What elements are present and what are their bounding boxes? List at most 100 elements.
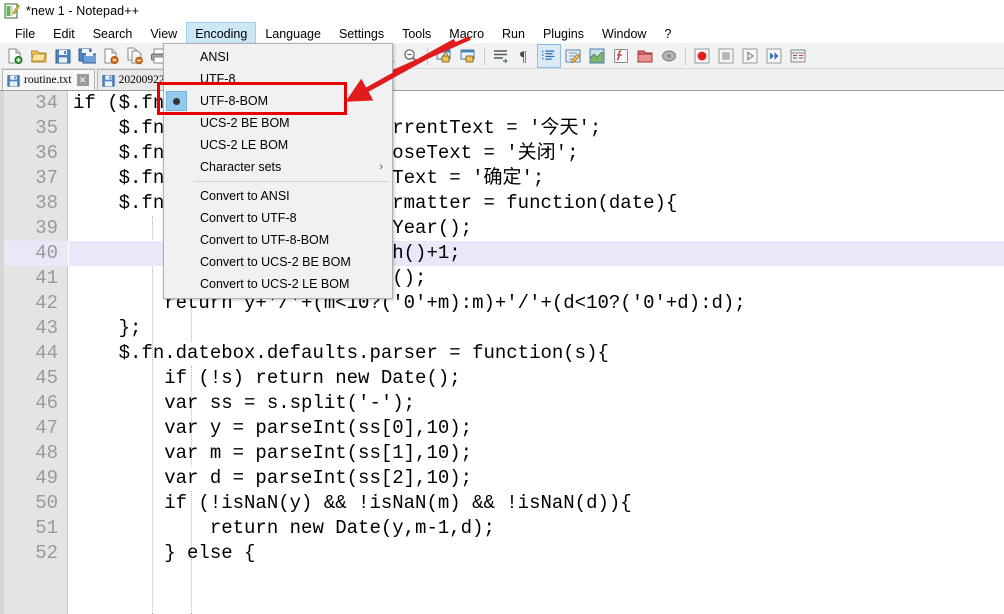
menu-item-utf-8-bom[interactable]: UTF-8-BOM: [164, 90, 392, 112]
menu-item-label: UTF-8: [200, 72, 236, 86]
line-number: 35: [35, 117, 58, 139]
save-all-icon[interactable]: [75, 44, 99, 68]
menu-item-label: ANSI: [200, 50, 230, 64]
menu-tools[interactable]: Tools: [393, 22, 440, 43]
line-number: 50: [35, 492, 58, 514]
line-number: 39: [35, 217, 58, 239]
line-number: 40: [35, 242, 58, 264]
tab-20200922[interactable]: 20200922: [96, 69, 171, 90]
code-line[interactable]: var d = parseInt(ss[2],10);: [73, 466, 472, 491]
code-line[interactable]: if (!isNaN(y) && !isNaN(m) && !isNaN(d))…: [73, 491, 632, 516]
run-macro-multiple-times-icon[interactable]: [762, 44, 786, 68]
toolbar-separator: [685, 46, 686, 65]
document-tab-bar: routine.txt ✕ 20200922: [0, 69, 1004, 91]
line-number: 47: [35, 417, 58, 439]
menu-item-utf-8[interactable]: UTF-8: [164, 68, 392, 90]
indent-guideline-icon[interactable]: [537, 43, 561, 68]
line-number: 51: [35, 517, 58, 539]
menu-item-character-sets[interactable]: Character sets ›: [164, 156, 392, 178]
line-number: 43: [35, 317, 58, 339]
line-number: 41: [35, 267, 58, 289]
menu-view[interactable]: View: [141, 22, 186, 43]
line-number: 49: [35, 467, 58, 489]
code-line[interactable]: var m = parseInt(ss[1],10);: [73, 441, 472, 466]
menu-macro[interactable]: Macro: [440, 22, 493, 43]
code-line[interactable]: } else {: [73, 541, 255, 566]
code-line[interactable]: var ss = s.split('-');: [73, 391, 415, 416]
code-editor[interactable]: 34 35 36 37 38 39 40 41 42 43 44 45 46 47 48 49 50 51 52 i…: [0, 91, 1004, 614]
menu-item-convert-to-ansi[interactable]: Convert to ANSI: [164, 185, 392, 207]
run-icon[interactable]: [786, 44, 810, 68]
line-number: 44: [35, 342, 58, 364]
line-number: 38: [35, 192, 58, 214]
sync-vertical-scroll-icon[interactable]: [432, 44, 456, 68]
line-number: 34: [35, 92, 58, 114]
code-line[interactable]: };: [73, 316, 142, 341]
menu-item-label: Convert to ANSI: [200, 189, 290, 203]
toolbar: ¶: [0, 43, 1004, 69]
zoom-out-icon[interactable]: [399, 44, 423, 68]
menu-item-label: UTF-8-BOM: [200, 94, 269, 108]
function-list-icon[interactable]: [609, 44, 633, 68]
save-icon[interactable]: [51, 44, 75, 68]
menu-item-convert-to-ucs-2-le-bom[interactable]: Convert to UCS-2 LE BOM: [164, 273, 392, 295]
menu-item-ucs-2-le-bom[interactable]: UCS-2 LE BOM: [164, 134, 392, 156]
svg-text:¶: ¶: [520, 49, 527, 65]
document-map-icon[interactable]: [585, 44, 609, 68]
tab-routine-txt[interactable]: routine.txt ✕: [2, 69, 95, 90]
open-file-icon[interactable]: [27, 44, 51, 68]
menu-search[interactable]: Search: [84, 22, 142, 43]
line-number-gutter: 34 35 36 37 38 39 40 41 42 43 44 45 46 47 48 49 50 51 52: [0, 91, 68, 614]
menu-item-label: Convert to UTF-8-BOM: [200, 233, 330, 247]
show-all-characters-icon[interactable]: ¶: [513, 44, 537, 68]
menu-plugins[interactable]: Plugins: [534, 22, 593, 43]
new-file-icon[interactable]: [3, 44, 27, 68]
folder-as-workspace-icon[interactable]: [633, 44, 657, 68]
encoding-dropdown-menu[interactable]: ANSI UTF-8 UTF-8-BOM UCS-2 BE BOM UCS-2 LE B…: [163, 43, 393, 299]
toolbar-separator: [484, 46, 485, 65]
menu-run[interactable]: Run: [493, 22, 534, 43]
close-file-icon[interactable]: [99, 44, 123, 68]
menu-item-label: Character sets: [200, 160, 282, 174]
word-wrap-icon[interactable]: [489, 44, 513, 68]
code-line[interactable]: if (!s) return new Date();: [73, 366, 460, 391]
code-line[interactable]: $.fn.datebox.defaults.parser = function(…: [73, 341, 609, 366]
menu-item-convert-to-ucs-2-be-bom[interactable]: Convert to UCS-2 BE BOM: [164, 251, 392, 273]
line-number: 52: [35, 542, 58, 564]
menu-file[interactable]: File: [6, 22, 44, 43]
code-line[interactable]: var y = parseInt(ss[0],10);: [73, 416, 472, 441]
user-defined-language-icon[interactable]: [561, 44, 585, 68]
menu-bar: File Edit Search View Encoding Language …: [0, 22, 1004, 43]
menu-item-label: Convert to UTF-8: [200, 211, 297, 225]
chevron-right-icon: ›: [379, 161, 383, 173]
menu-item-ucs-2-be-bom[interactable]: UCS-2 BE BOM: [164, 112, 392, 134]
tab-label: routine.txt: [24, 74, 72, 86]
menu-window[interactable]: Window: [593, 22, 655, 43]
menu-encoding[interactable]: Encoding: [186, 22, 257, 43]
close-all-files-icon[interactable]: [123, 44, 147, 68]
menu-item-convert-to-utf-8-bom[interactable]: Convert to UTF-8-BOM: [164, 229, 392, 251]
line-number: 37: [35, 167, 58, 189]
start-record-macro-icon[interactable]: [690, 44, 714, 68]
playback-macro-icon[interactable]: [738, 44, 762, 68]
menu-language[interactable]: Language: [256, 22, 330, 43]
line-number: 46: [35, 392, 58, 414]
line-number: 42: [35, 292, 58, 314]
menu-item-convert-to-utf-8[interactable]: Convert to UTF-8: [164, 207, 392, 229]
stop-record-macro-icon[interactable]: [714, 44, 738, 68]
code-line[interactable]: return new Date(y,m-1,d);: [73, 516, 495, 541]
close-icon[interactable]: ✕: [76, 74, 89, 86]
menu-item-ansi[interactable]: ANSI: [164, 46, 392, 68]
notepad-plus-plus-window: *new 1 - Notepad++ File Edit Search View…: [0, 0, 1004, 614]
line-number: 48: [35, 442, 58, 464]
menu-settings[interactable]: Settings: [330, 22, 393, 43]
menu-item-label: Convert to UCS-2 LE BOM: [200, 277, 350, 291]
menu-edit[interactable]: Edit: [44, 22, 84, 43]
toolbar-separator: [427, 46, 428, 65]
menu-separator: [194, 181, 389, 182]
monitoring-icon[interactable]: [657, 44, 681, 68]
sync-horizontal-scroll-icon[interactable]: [456, 44, 480, 68]
line-number: 36: [35, 142, 58, 164]
notepad-plus-plus-icon: [4, 3, 20, 19]
menu-help[interactable]: ?: [655, 22, 680, 43]
